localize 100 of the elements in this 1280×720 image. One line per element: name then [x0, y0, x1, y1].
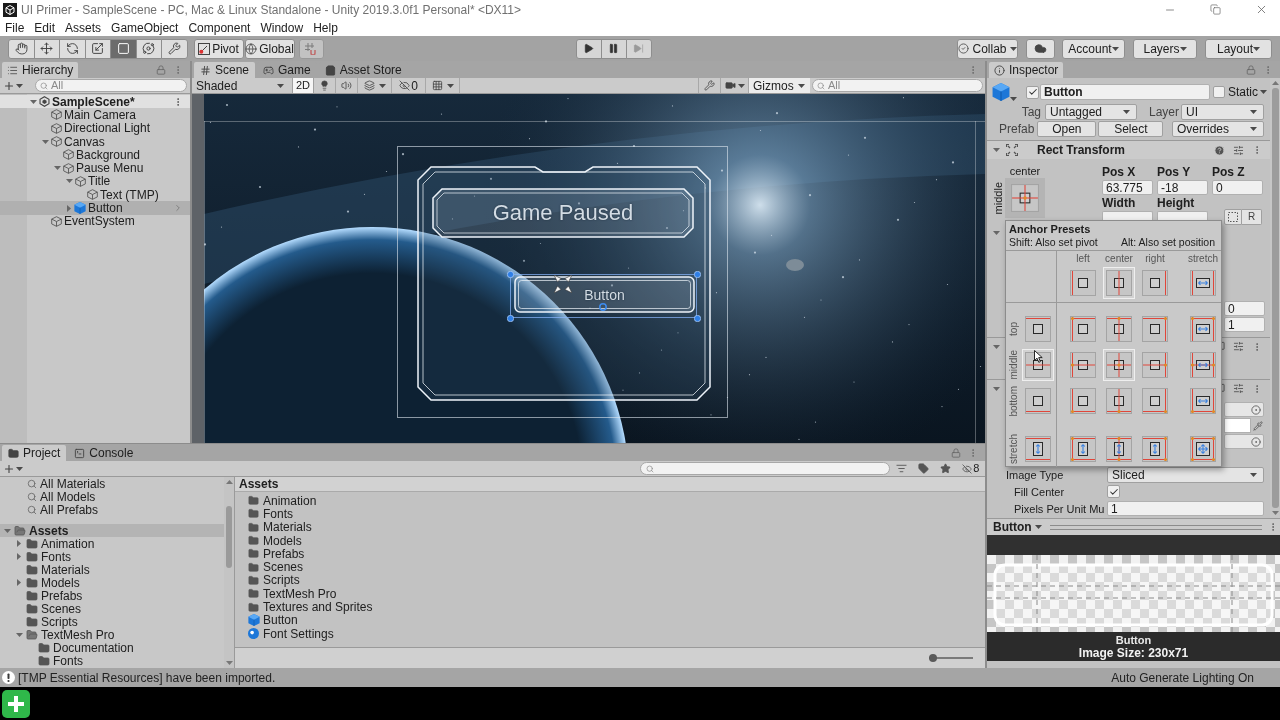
anchor-preset-button[interactable]: [1022, 433, 1054, 465]
blueprint-mode-button[interactable]: [1224, 209, 1242, 225]
menu-item[interactable]: File: [5, 21, 25, 34]
resize-handle-icon[interactable]: [506, 270, 514, 278]
select-prefab-button[interactable]: Select: [1098, 120, 1164, 137]
hierarchy-item[interactable]: EventSystem: [0, 214, 190, 228]
hierarchy-item[interactable]: Directional Light: [0, 121, 190, 135]
size-field[interactable]: [1102, 211, 1153, 220]
anchor-preset-button[interactable]: [1103, 349, 1135, 381]
asset-item[interactable]: Scripts: [235, 573, 985, 588]
hierarchy-tab[interactable]: Hierarchy: [2, 62, 79, 78]
project-folder-item[interactable]: Prefabs: [0, 589, 224, 602]
anchor-preset-button[interactable]: [1067, 313, 1099, 345]
project-folder-item[interactable]: Models: [0, 576, 224, 589]
help-icon[interactable]: [1214, 144, 1225, 156]
anchor-preset-button[interactable]: [1103, 267, 1135, 299]
open-prefab-button[interactable]: Open: [1037, 120, 1097, 137]
anchor-preset-button[interactable]: [1022, 313, 1054, 345]
resize-handle-icon[interactable]: [693, 314, 701, 322]
pivot-toggle[interactable]: Pivot: [193, 38, 244, 59]
menu-item[interactable]: Window: [260, 21, 304, 34]
tool-button[interactable]: [161, 38, 188, 59]
asset-item[interactable]: Materials: [235, 520, 985, 534]
resize-handle-icon[interactable]: [693, 270, 701, 278]
color-swatch[interactable]: [1224, 418, 1251, 433]
component-header[interactable]: Rect Transform: [987, 141, 1270, 159]
hierarchy-item[interactable]: Text (TMP): [0, 188, 190, 202]
menu-item[interactable]: Edit: [34, 21, 56, 34]
asset-item[interactable]: Fonts: [235, 507, 985, 521]
anchor-preset-button[interactable]: [1139, 349, 1171, 381]
asset-item[interactable]: Textures and Sprites: [235, 600, 985, 614]
overrides-dropdown[interactable]: Overrides: [1172, 120, 1264, 137]
object-field[interactable]: [1224, 402, 1264, 417]
resize-grip[interactable]: [1049, 524, 1262, 530]
hierarchy-item[interactable]: Background: [0, 148, 190, 162]
project-folder-item[interactable]: Scripts: [0, 615, 224, 628]
star-icon[interactable]: [940, 463, 952, 474]
2d-toggle[interactable]: 2D: [292, 78, 314, 93]
anchor-preset-button[interactable]: [1067, 433, 1099, 465]
anchor-preset-button[interactable]: [1139, 313, 1171, 345]
asset-item[interactable]: TextMesh Pro: [235, 587, 985, 601]
value-field[interactable]: 1: [1224, 317, 1265, 332]
value-field[interactable]: 0: [1212, 180, 1263, 195]
hierarchy-item[interactable]: Main Camera: [0, 108, 190, 122]
menu-item[interactable]: Component: [188, 21, 251, 34]
scrollbar-thumb[interactable]: [1271, 88, 1279, 508]
static-checkbox[interactable]: [1213, 86, 1225, 98]
anchor-preset-button[interactable]: [1067, 349, 1099, 381]
filter-icon[interactable]: [895, 463, 907, 474]
asset-item[interactable]: Animation: [235, 494, 985, 508]
anchor-preset-button[interactable]: [1187, 267, 1219, 299]
anchor-preset-button[interactable]: [1187, 349, 1219, 381]
panel-tab[interactable]: Project: [2, 445, 67, 461]
object-field[interactable]: [1224, 434, 1264, 449]
anchor-preset-button[interactable]: [1187, 313, 1219, 345]
hierarchy-item[interactable]: Canvas: [0, 134, 190, 149]
slider-thumb[interactable]: [929, 654, 938, 662]
image-type-dropdown[interactable]: Sliced: [1107, 466, 1264, 483]
project-folder-item[interactable]: TextMesh Pro: [0, 628, 224, 641]
sliders-icon[interactable]: [1233, 341, 1244, 352]
menu-item[interactable]: Assets: [65, 21, 102, 34]
active-checkbox[interactable]: [1026, 85, 1039, 99]
project-folder-item[interactable]: Materials: [0, 563, 224, 576]
anchor-preset-button[interactable]: [1067, 385, 1099, 417]
sliders-icon[interactable]: [1233, 144, 1244, 156]
hierarchy-item[interactable]: Button: [0, 201, 190, 215]
hierarchy-item[interactable]: Title: [0, 174, 190, 189]
cloud-button[interactable]: [1026, 38, 1055, 59]
layout-dropdown[interactable]: Layout: [1205, 38, 1272, 59]
anchor-preset-button[interactable]: [1103, 313, 1135, 345]
size-field[interactable]: [1157, 211, 1208, 220]
tag-dropdown[interactable]: Untagged: [1045, 103, 1137, 120]
panel-tab[interactable]: Scene: [194, 62, 256, 78]
layer-dropdown[interactable]: UI: [1181, 103, 1264, 120]
tool-button[interactable]: [59, 38, 86, 59]
scene-row[interactable]: SampleScene*: [0, 95, 190, 109]
object-name-field[interactable]: Button: [1040, 84, 1210, 100]
favorite-item[interactable]: All Models: [0, 490, 224, 503]
anchor-preset-button[interactable]: [1187, 385, 1219, 417]
anchor-presets-toggle[interactable]: [1005, 178, 1045, 218]
project-folder-item[interactable]: Assets: [0, 524, 224, 537]
anchor-preset-button[interactable]: [1139, 267, 1171, 299]
icon-size-slider[interactable]: [929, 654, 973, 662]
hidden-objects-toggle[interactable]: 0: [392, 78, 426, 93]
collab-dropdown[interactable]: Collab: [957, 38, 1018, 59]
tool-button[interactable]: [110, 38, 137, 59]
hidden-packages-toggle[interactable]: 8: [962, 463, 980, 474]
anchor-preset-button[interactable]: [1022, 349, 1054, 381]
playback-button[interactable]: [600, 38, 627, 59]
favorite-item[interactable]: All Prefabs: [0, 503, 224, 516]
playback-button[interactable]: [575, 38, 602, 59]
project-search-field[interactable]: [640, 462, 890, 475]
gizmos-dropdown[interactable]: Gizmos: [748, 78, 810, 93]
project-folder-item[interactable]: Animation: [0, 537, 224, 550]
preview-dropdown[interactable]: Button: [993, 521, 1042, 533]
layers-dropdown[interactable]: Layers: [1133, 38, 1197, 59]
value-field[interactable]: -18: [1157, 180, 1208, 195]
anchor-preset-button[interactable]: [1022, 385, 1054, 417]
menu-item[interactable]: Help: [313, 21, 338, 34]
anchor-preset-button[interactable]: [1103, 433, 1135, 465]
